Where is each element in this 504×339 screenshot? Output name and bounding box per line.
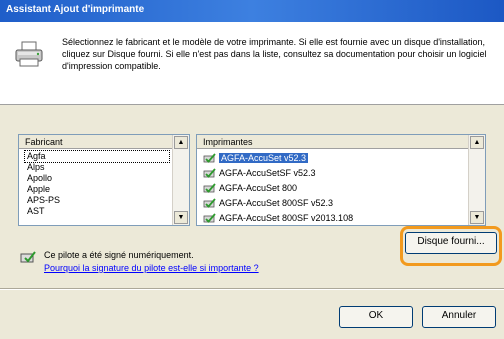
manufacturer-list-item[interactable]: Alps <box>25 162 169 173</box>
add-printer-wizard-window: Assistant Ajout d'imprimante Sélectionne… <box>0 0 504 339</box>
have-disk-label: Disque fourni... <box>417 236 485 247</box>
printer-items: AGFA-AccuSet v52.3 AGFA-AccuSetSF v52.3 AG… <box>203 151 465 225</box>
printer-driver-icon <box>203 198 216 208</box>
scroll-up-icon[interactable]: ▲ <box>470 136 484 149</box>
ok-button[interactable]: OK <box>339 306 413 328</box>
scroll-down-icon[interactable]: ▼ <box>470 211 484 224</box>
manufacturer-header-label: Fabricant <box>25 137 63 147</box>
printer-item-label: AGFA-AccuSet 800 <box>219 183 298 193</box>
manufacturer-list-item[interactable]: Agfa <box>24 150 170 163</box>
manufacturer-list-item[interactable]: Apollo <box>25 173 169 184</box>
cancel-label: Annuler <box>441 310 477 321</box>
printer-driver-icon <box>203 168 216 178</box>
have-disk-button[interactable]: Disque fourni... <box>405 232 497 254</box>
printer-item-label: AGFA-AccuSetSF v52.3 <box>219 168 316 178</box>
printer-icon <box>15 41 43 67</box>
printer-list-header: Imprimantes <box>197 135 485 149</box>
scroll-down-icon[interactable]: ▼ <box>174 211 188 224</box>
printer-list-item[interactable]: AGFA-AccuSetSF v52.3 <box>203 166 465 181</box>
manufacturer-scrollbar[interactable]: ▲ ▼ <box>172 135 189 225</box>
printer-driver-icon <box>203 153 216 163</box>
manufacturer-list-item[interactable]: Apple <box>25 184 169 195</box>
wizard-header: Sélectionnez le fabricant et le modèle d… <box>0 22 504 105</box>
printer-driver-icon <box>203 213 216 223</box>
manufacturer-list-item[interactable]: AST <box>25 206 169 217</box>
printer-list-item[interactable]: AGFA-AccuSet 800SF v52.3 <box>203 196 465 211</box>
printer-item-label: AGFA-AccuSet 800SF v52.3 <box>219 198 334 208</box>
printer-driver-icon <box>203 183 216 193</box>
manufacturer-items: Agfa Alps Apollo Apple APS-PS AST <box>24 150 170 217</box>
printer-scrollbar[interactable]: ▲ ▼ <box>468 135 485 225</box>
manufacturer-list[interactable]: Fabricant Agfa Alps Apollo Apple APS-PS AST ▲… <box>18 134 190 226</box>
footer-separator <box>0 288 504 290</box>
wizard-description: Sélectionnez le fabricant et le modèle d… <box>62 37 487 71</box>
printer-list[interactable]: Imprimantes AGFA-AccuSet v52.3 AGFA-AccuS… <box>196 134 486 226</box>
printer-list-item[interactable]: AGFA-AccuSet 800 <box>203 181 465 196</box>
printer-list-item[interactable]: AGFA-AccuSet 800SF v2013.108 <box>203 211 465 225</box>
cancel-button[interactable]: Annuler <box>422 306 496 328</box>
scroll-up-icon[interactable]: ▲ <box>174 136 188 149</box>
manufacturer-list-item[interactable]: APS-PS <box>25 195 169 206</box>
window-title: Assistant Ajout d'imprimante <box>6 4 145 15</box>
ok-label: OK <box>368 310 384 321</box>
printer-item-label: AGFA-AccuSet 800SF v2013.108 <box>219 213 354 223</box>
signature-status: Ce pilote a été signé numériquement. <box>44 250 194 260</box>
manufacturer-list-header: Fabricant <box>19 135 189 149</box>
printer-header-label: Imprimantes <box>203 137 253 147</box>
printer-item-label: AGFA-AccuSet v52.3 <box>219 153 309 163</box>
signature-info-link[interactable]: Pourquoi la signature du pilote est-elle… <box>44 262 259 274</box>
window-title-bar[interactable]: Assistant Ajout d'imprimante <box>0 0 504 22</box>
printer-list-item[interactable]: AGFA-AccuSet v52.3 <box>203 151 465 166</box>
signed-driver-icon <box>20 251 36 263</box>
